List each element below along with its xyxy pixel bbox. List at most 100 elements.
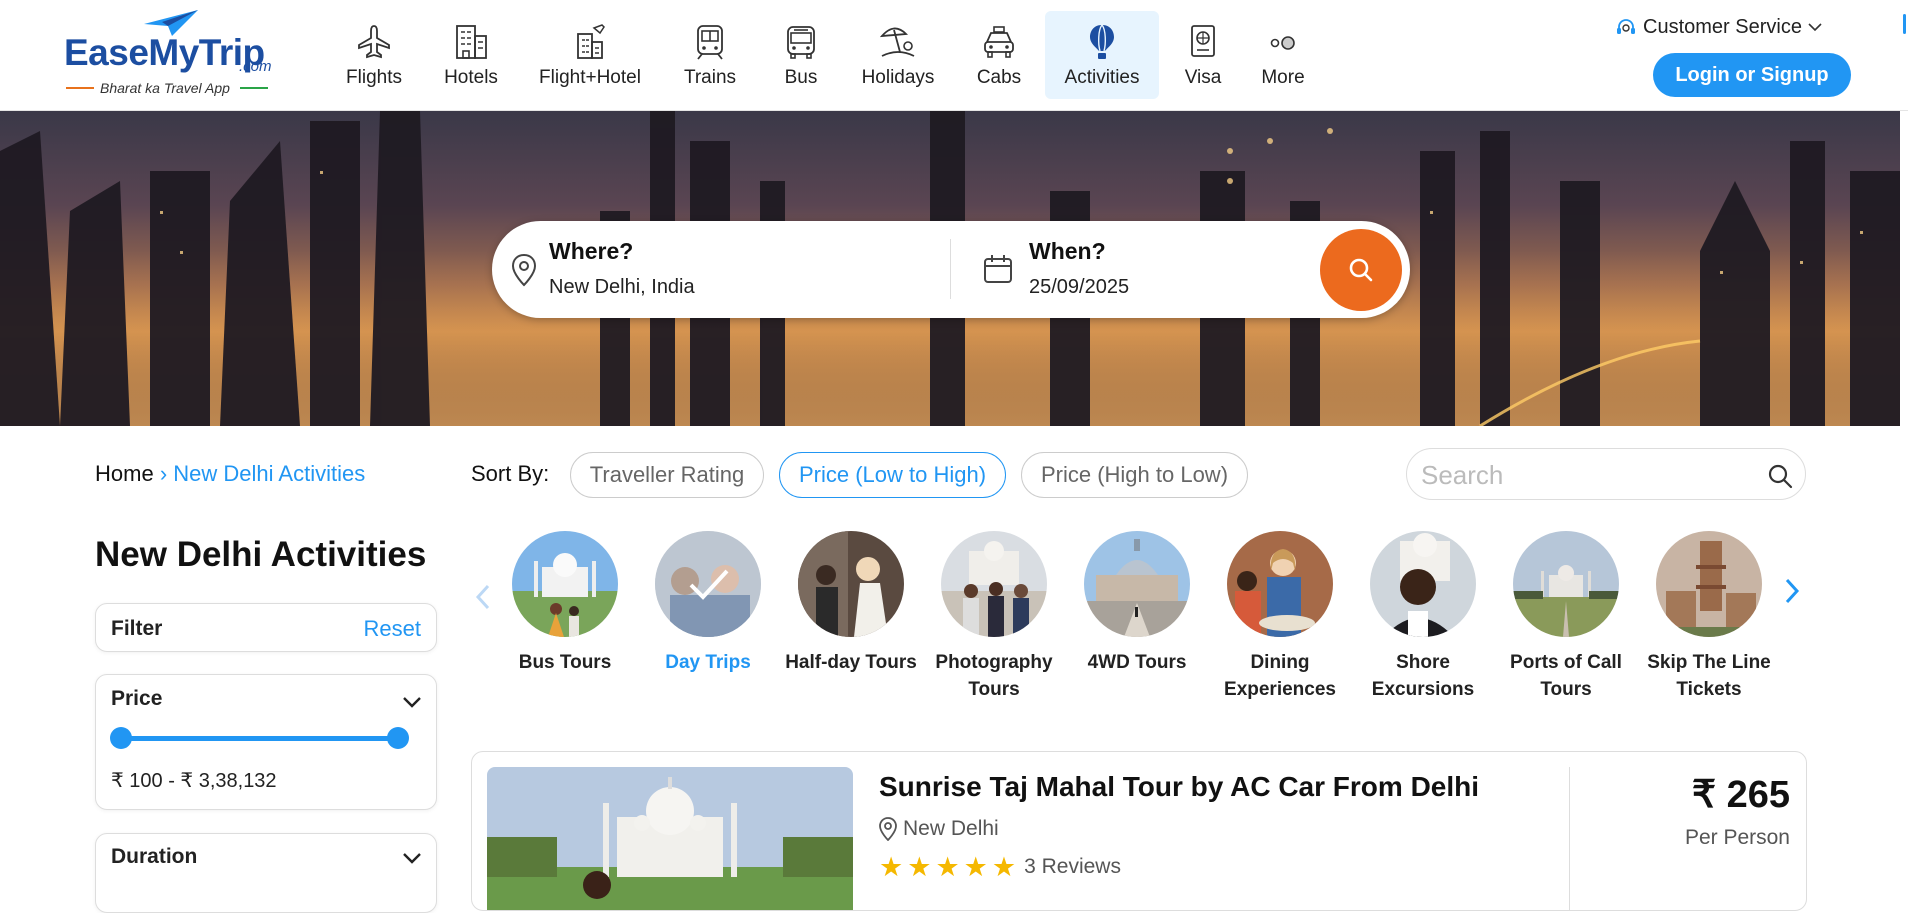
star-icon: ★ — [907, 852, 932, 882]
category-photography-tours[interactable]: Photography Tours — [924, 531, 1064, 703]
activity-location: New Delhi — [879, 817, 999, 841]
review-count[interactable]: 3 Reviews — [1024, 855, 1121, 879]
where-label: Where? — [549, 238, 634, 264]
sort-price-low-high[interactable]: Price (Low to High) — [779, 452, 1006, 498]
category-dining-experiences[interactable]: Dining Experiences — [1210, 531, 1350, 703]
search-button[interactable] — [1320, 229, 1402, 311]
nav-label: Bus — [784, 67, 818, 88]
category-label: Bus Tours — [518, 652, 612, 673]
nav-cabs[interactable]: Cabs — [953, 11, 1045, 99]
category-half-day-tours[interactable]: Half-day Tours — [781, 531, 921, 676]
category-image — [1227, 531, 1333, 637]
nav-visa[interactable]: Visa — [1159, 11, 1247, 99]
nav-label: Trains — [683, 67, 737, 88]
duration-filter-title: Duration — [111, 845, 198, 868]
customer-service-label: Customer Service — [1643, 16, 1802, 38]
nav-label: More — [1261, 67, 1305, 88]
nav-activities[interactable]: Activities — [1045, 11, 1159, 99]
chevron-down-icon — [1808, 23, 1822, 32]
duration-filter: Duration — [95, 833, 437, 913]
nav-label: Holidays — [861, 67, 935, 88]
nav-flights[interactable]: Flights — [325, 11, 423, 99]
category-image — [1370, 531, 1476, 637]
breadcrumb-home[interactable]: Home — [95, 461, 154, 486]
filter-label: Filter — [111, 617, 163, 640]
search-icon — [1349, 258, 1373, 282]
nav-label: Hotels — [444, 67, 498, 88]
chevron-down-icon[interactable] — [402, 696, 422, 708]
activity-search-bar: Where? New Delhi, India When? 25/09/2025 — [492, 221, 1410, 318]
category-label: Dining Experiences — [1224, 652, 1336, 700]
category-image — [1513, 531, 1619, 637]
price-slider-max-handle[interactable] — [387, 727, 409, 749]
category-label: Day Trips — [665, 652, 751, 673]
sort-price-high-low[interactable]: Price (High to Low) — [1021, 452, 1248, 498]
brand-tagline: Bharat ka Travel App — [100, 80, 230, 96]
holiday-icon — [879, 27, 915, 57]
price-slider-min-handle[interactable] — [110, 727, 132, 749]
category-label: Photography Tours — [935, 652, 1053, 700]
price-range-text: ₹ 100 - ₹ 3,38,132 — [111, 770, 277, 792]
location-pin-icon — [879, 817, 897, 841]
category-skip-the-line-tickets[interactable]: Skip The Line Tickets — [1639, 531, 1779, 703]
passport-icon — [1191, 25, 1215, 57]
reset-filters-link[interactable]: Reset — [364, 616, 421, 642]
nav-hotels[interactable]: Hotels — [423, 11, 519, 99]
price-filter: Price ₹ 100 - ₹ 3,38,132 — [95, 674, 437, 810]
category-image — [512, 531, 618, 637]
category-label: Ports of Call Tours — [1510, 652, 1622, 700]
location-pin-icon — [511, 253, 537, 287]
when-label: When? — [1029, 238, 1106, 264]
plane-icon — [358, 25, 390, 59]
top-header: EaseMyTrip .com Bharat ka Travel App Fli… — [0, 0, 1908, 111]
activity-result-card[interactable]: Sunrise Taj Mahal Tour by AC Car From De… — [471, 751, 1807, 911]
activity-price: ₹ 265 — [1691, 774, 1790, 816]
customer-service-menu[interactable]: Customer Service — [1615, 16, 1822, 39]
nav-bus[interactable]: Bus — [759, 11, 843, 99]
nav-more[interactable]: More — [1247, 11, 1319, 99]
category-label: Skip The Line Tickets — [1647, 652, 1771, 700]
star-icon: ★ — [963, 852, 988, 882]
when-field[interactable]: 25/09/2025 — [1029, 276, 1129, 299]
star-icon: ★ — [991, 852, 1017, 882]
category-4wd-tours[interactable]: 4WD Tours — [1067, 531, 1207, 676]
card-divider — [1569, 767, 1570, 910]
balloon-icon — [1090, 24, 1114, 59]
activity-rating: ★ ★ ★ ★ ★ 3 Reviews — [879, 852, 1121, 882]
scrollbar[interactable] — [1903, 14, 1906, 34]
price-unit: Per Person — [1684, 826, 1790, 849]
nav-trains[interactable]: Trains — [661, 11, 759, 99]
hotel-icon — [456, 25, 487, 59]
nav-label: Flight+Hotel — [539, 67, 641, 88]
activity-location-text: New Delhi — [903, 817, 999, 840]
nav-holidays[interactable]: Holidays — [843, 11, 953, 99]
train-icon — [697, 25, 723, 60]
activity-title[interactable]: Sunrise Taj Mahal Tour by AC Car From De… — [879, 771, 1479, 803]
star-icon: ★ — [935, 852, 960, 882]
easemytrip-logo[interactable]: EaseMyTrip .com Bharat ka Travel App — [64, 8, 274, 100]
flight-hotel-icon — [577, 24, 605, 59]
filter-header: Filter Reset — [95, 603, 437, 652]
category-ports-of-call-tours[interactable]: Ports of Call Tours — [1496, 531, 1636, 703]
category-image — [941, 531, 1047, 637]
activity-search-input[interactable] — [1421, 459, 1751, 491]
carousel-prev-icon[interactable] — [474, 582, 492, 612]
search-icon[interactable] — [1767, 463, 1793, 489]
where-field[interactable]: New Delhi, India — [549, 276, 695, 299]
category-image — [798, 531, 904, 637]
chevron-down-icon[interactable] — [402, 852, 422, 864]
category-bus-tours[interactable]: Bus Tours — [495, 531, 635, 676]
category-shore-excursions[interactable]: Shore Excursions — [1353, 531, 1493, 703]
login-signup-button[interactable]: Login or Signup — [1653, 53, 1851, 97]
activity-image[interactable] — [487, 767, 853, 910]
breadcrumb-current[interactable]: New Delhi Activities — [173, 461, 365, 486]
category-label: Half-day Tours — [785, 652, 917, 673]
carousel-next-icon[interactable] — [1783, 576, 1801, 606]
price-slider-track[interactable] — [120, 736, 398, 741]
price-filter-title: Price — [111, 687, 163, 710]
nav-flight-hotel[interactable]: Flight+Hotel — [519, 11, 661, 99]
brand-name: EaseMyTrip — [64, 32, 265, 73]
category-image — [1656, 531, 1762, 637]
category-day-trips[interactable]: Day Trips — [638, 531, 778, 676]
sort-traveller-rating[interactable]: Traveller Rating — [570, 452, 764, 498]
